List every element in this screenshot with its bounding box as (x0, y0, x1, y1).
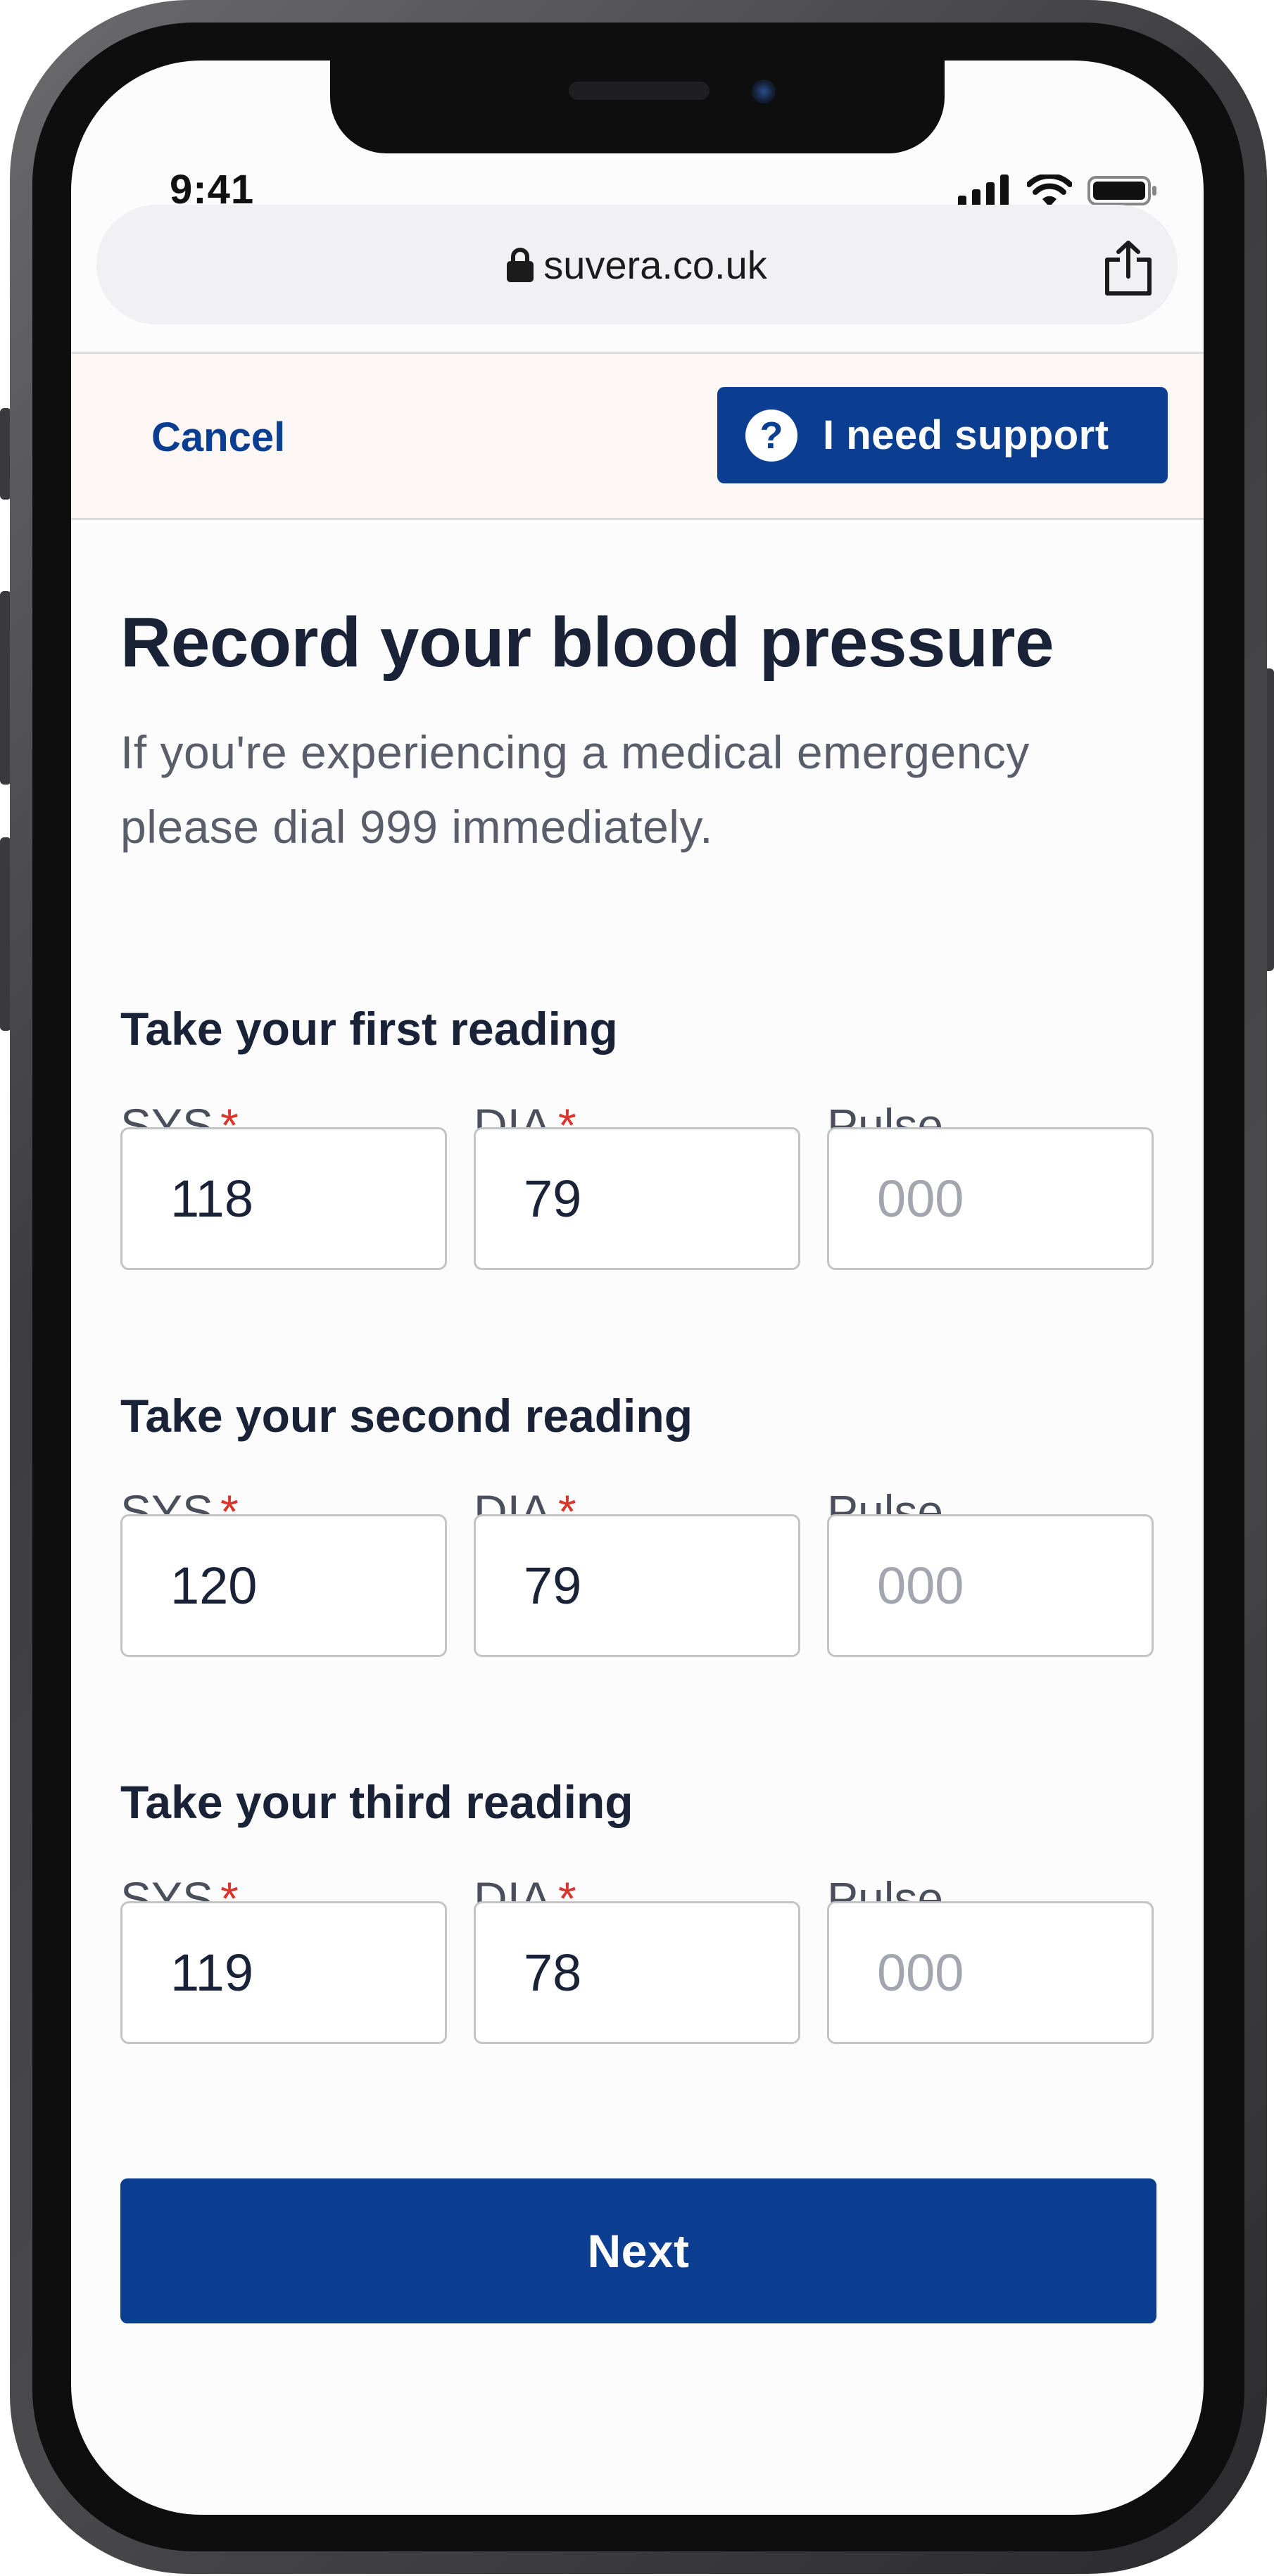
notch (330, 61, 945, 153)
browser-address-bar[interactable]: suvera.co.uk (96, 205, 1178, 324)
reading-2-pulse-input[interactable] (827, 1514, 1154, 1657)
reading-1-sys-input[interactable] (120, 1127, 447, 1270)
help-icon: ? (745, 409, 797, 462)
reading-2-dia-input[interactable] (474, 1514, 800, 1657)
support-button-label: I need support (823, 412, 1109, 458)
url-display[interactable]: suvera.co.uk (96, 205, 1178, 324)
reading-3-sys-input[interactable] (120, 1901, 447, 2044)
share-icon[interactable] (1102, 240, 1155, 296)
url-text: suvera.co.uk (543, 242, 767, 287)
status-icons (958, 173, 1158, 208)
reading-1-dia-input[interactable] (474, 1127, 800, 1270)
reading-1-pulse-input[interactable] (827, 1127, 1154, 1270)
reading-3-heading: Take your third reading (120, 1776, 633, 1828)
reading-1-heading: Take your first reading (120, 1003, 618, 1055)
reading-3-dia-input[interactable] (474, 1901, 800, 2044)
reading-2-sys-input[interactable] (120, 1514, 447, 1657)
app-header: Cancel ? I need support (71, 354, 1204, 520)
earpiece-speaker (569, 82, 709, 100)
battery-icon (1087, 176, 1156, 205)
lock-icon (507, 248, 534, 282)
reading-2-heading: Take your second reading (120, 1390, 693, 1442)
cellular-signal-icon (958, 175, 1009, 207)
next-button[interactable]: Next (120, 2178, 1156, 2323)
page-title: Record your blood pressure (120, 603, 1054, 682)
front-camera (752, 80, 776, 103)
reading-3-pulse-input[interactable] (827, 1901, 1154, 2044)
screen: 9:41 suvera.co.uk Cancel ? I need suppor… (71, 61, 1204, 2515)
support-button[interactable]: ? I need support (717, 387, 1168, 483)
cancel-button[interactable]: Cancel (151, 354, 285, 520)
wifi-icon (1027, 175, 1072, 207)
emergency-notice: If you're experiencing a medical emergen… (120, 726, 1030, 853)
